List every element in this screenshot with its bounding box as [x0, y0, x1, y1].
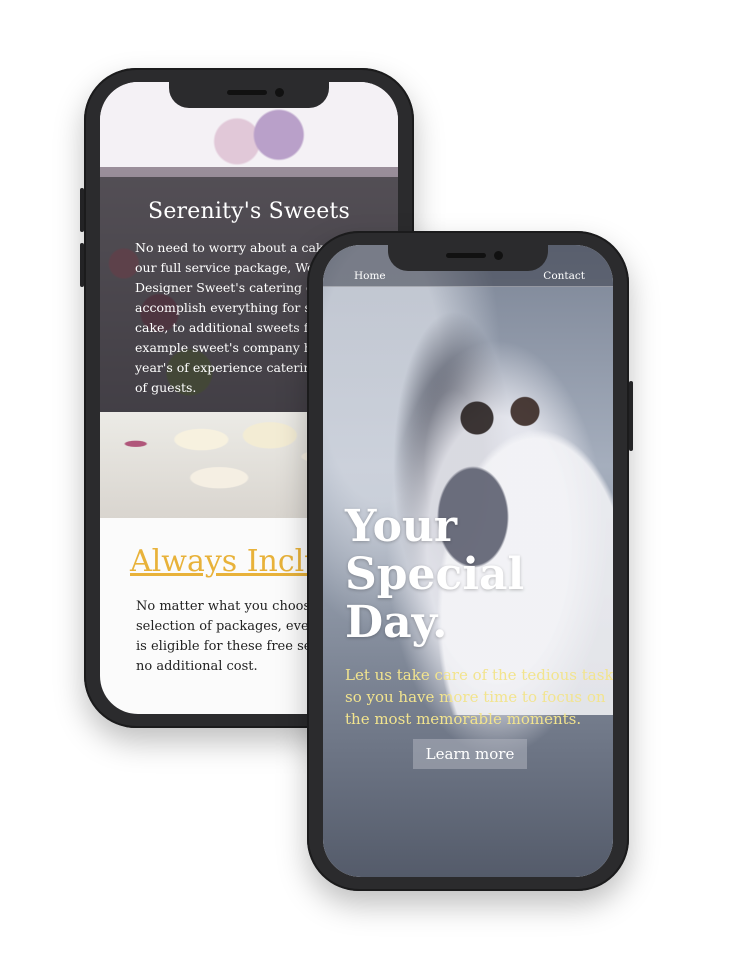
nav-home-link[interactable]: Home [354, 270, 386, 282]
learn-more-button[interactable]: Learn more [413, 739, 527, 769]
hero-tagline: Let us take care of the tedious tasks, s… [345, 666, 613, 728]
nav-divider [323, 286, 613, 287]
notch [169, 82, 329, 108]
speaker-icon [446, 253, 486, 258]
front-phone-screen: Home Contact Your Special Day. Let us ta… [323, 245, 613, 877]
section-title: Serenity's Sweets [148, 199, 350, 224]
camera-icon [275, 88, 284, 97]
camera-icon [494, 251, 503, 260]
power-button [629, 381, 633, 451]
notch [388, 245, 548, 271]
volume-button [80, 243, 84, 287]
front-phone-mockup: Home Contact Your Special Day. Let us ta… [307, 231, 633, 891]
speaker-icon [227, 90, 267, 95]
hero-headline: Your Special Day. [345, 501, 525, 648]
volume-button [80, 188, 84, 232]
always-included-link[interactable]: Always Inclu [130, 544, 324, 579]
nav-contact-link[interactable]: Contact [543, 270, 585, 282]
